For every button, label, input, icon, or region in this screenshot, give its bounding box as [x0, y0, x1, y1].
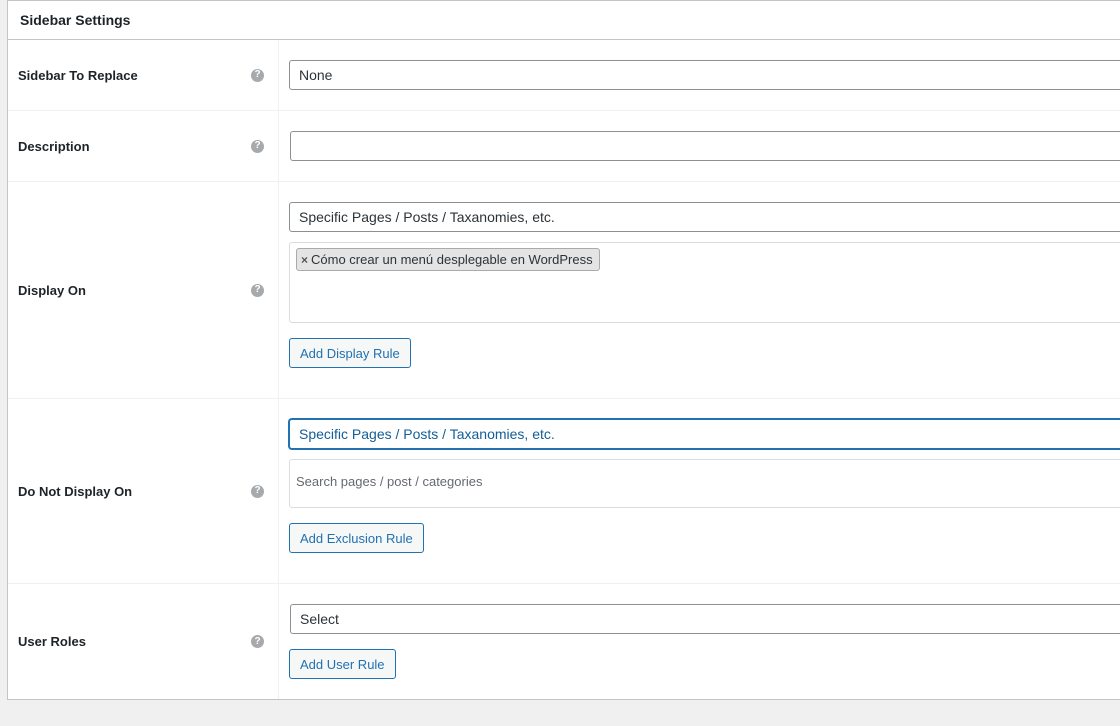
field-cell: Specific Pages / Posts / Taxanomies, etc… [279, 399, 1120, 583]
exclusion-search-input[interactable]: Search pages / post / categories [289, 459, 1120, 508]
do-not-display-on-select-value: Specific Pages / Posts / Taxanomies, etc… [299, 426, 555, 442]
sidebar-settings-panel: Sidebar Settings Sidebar To Replace ? No… [7, 0, 1120, 700]
close-icon[interactable]: × [301, 253, 308, 267]
sidebar-to-replace-label: Sidebar To Replace [18, 67, 138, 83]
help-icon[interactable]: ? [251, 283, 264, 297]
row-user-roles: User Roles ? Select Add User Rule [8, 584, 1120, 699]
label-cell: Sidebar To Replace ? [8, 40, 279, 110]
row-display-on: Display On ? Specific Pages / Posts / Ta… [8, 182, 1120, 399]
field-cell [279, 111, 1120, 181]
label-cell: User Roles ? [8, 584, 279, 699]
help-icon[interactable]: ? [251, 68, 264, 82]
description-label: Description [18, 138, 90, 154]
field-cell: Select Add User Rule [279, 584, 1120, 699]
add-user-rule-button[interactable]: Add User Rule [289, 649, 396, 679]
panel-title: Sidebar Settings [8, 1, 1120, 40]
do-not-display-on-label: Do Not Display On [18, 483, 133, 499]
sidebar-to-replace-select[interactable]: None [289, 60, 1120, 90]
field-cell: Specific Pages / Posts / Taxanomies, etc… [279, 182, 1120, 398]
description-input[interactable] [290, 131, 1120, 161]
row-sidebar-to-replace: Sidebar To Replace ? None [8, 40, 1120, 111]
help-icon[interactable]: ? [251, 139, 264, 153]
field-cell: None [279, 40, 1120, 110]
help-icon[interactable]: ? [251, 484, 264, 498]
display-on-multiselect[interactable]: × Cómo crear un menú desplegable en Word… [289, 242, 1120, 323]
row-do-not-display-on: Do Not Display On ? Specific Pages / Pos… [8, 399, 1120, 584]
label-cell: Description ? [8, 111, 279, 181]
user-roles-select[interactable]: Select [290, 604, 1120, 634]
selected-tag: × Cómo crear un menú desplegable en Word… [296, 248, 600, 271]
sidebar-to-replace-value: None [299, 67, 333, 83]
selected-tag-label: Cómo crear un menú desplegable en WordPr… [311, 252, 593, 267]
do-not-display-on-select[interactable]: Specific Pages / Posts / Taxanomies, etc… [289, 419, 1120, 449]
label-cell: Display On ? [8, 182, 279, 398]
search-placeholder: Search pages / post / categories [296, 474, 483, 489]
row-description: Description ? [8, 111, 1120, 182]
add-display-rule-button[interactable]: Add Display Rule [289, 338, 411, 368]
label-cell: Do Not Display On ? [8, 399, 279, 583]
help-icon[interactable]: ? [251, 635, 264, 648]
user-roles-label: User Roles [18, 634, 86, 649]
user-roles-select-value: Select [300, 611, 339, 627]
display-on-label: Display On [18, 282, 86, 298]
display-on-select[interactable]: Specific Pages / Posts / Taxanomies, etc… [289, 202, 1120, 232]
display-on-select-value: Specific Pages / Posts / Taxanomies, etc… [299, 209, 555, 225]
add-exclusion-rule-button[interactable]: Add Exclusion Rule [289, 523, 424, 553]
